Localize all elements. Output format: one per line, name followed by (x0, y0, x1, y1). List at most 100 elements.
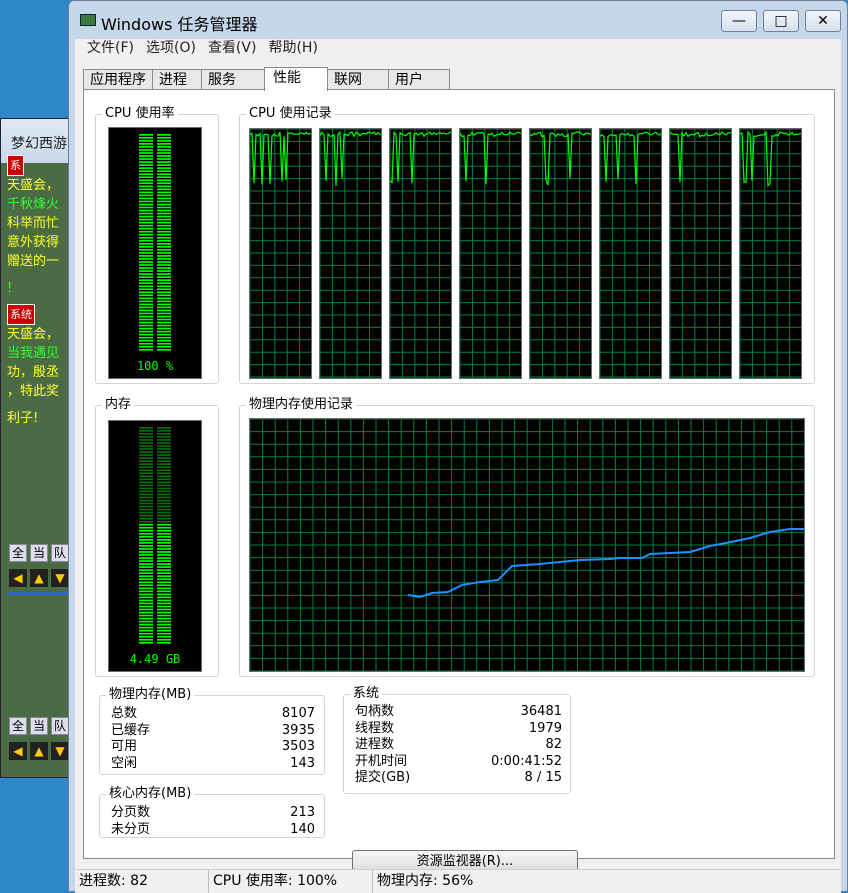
meter-segment (139, 638, 153, 641)
meter-segment (157, 623, 171, 626)
arrow-down-icon[interactable]: ▼ (51, 742, 69, 760)
physical-memory-table: 总数 8107 已缓存 3935 可用 3503 空闲 143 (111, 706, 315, 772)
meter-segment (139, 209, 153, 212)
meter-segment (139, 529, 153, 532)
meter-segment (139, 514, 153, 517)
table-row: 未分页 140 (111, 822, 315, 839)
meter-segment (139, 303, 153, 306)
cpu-usage-value: 100 % (136, 359, 174, 373)
background-channel-buttons: 全 当 队 (9, 717, 69, 735)
tab-users[interactable]: 用户 (388, 69, 450, 90)
chat-tag: 系 (7, 155, 24, 176)
meter-segment (139, 641, 153, 644)
meter-segment (139, 445, 153, 447)
meter-segment (139, 508, 153, 511)
stat-name: 进程数 (355, 737, 395, 752)
meter-segment (139, 306, 153, 309)
minimize-button[interactable]: — (721, 10, 757, 32)
table-row: 开机时间 0:00:41:52 (355, 754, 562, 771)
meter-segment (139, 629, 153, 632)
meter-segment (139, 484, 153, 487)
menu-bar: 文件(F) 选项(O) 查看(V) 帮助(H) (75, 39, 841, 59)
meter-segment (139, 327, 153, 330)
meter-segment (139, 448, 153, 450)
meter-segment (157, 584, 171, 587)
meter-segment (139, 520, 153, 523)
meter-segment (139, 255, 153, 257)
meter-segment (157, 339, 171, 342)
meter-segment (139, 167, 153, 169)
meter-segment (157, 233, 171, 236)
meter-segment (139, 502, 153, 505)
tab-performance[interactable]: 性能 (264, 67, 328, 91)
meter-segment (157, 176, 171, 179)
meter-segment (157, 566, 171, 568)
stat-value: 213 (290, 805, 315, 820)
meter-segment (157, 224, 171, 227)
stat-value: 1979 (528, 720, 562, 736)
arrow-left-icon[interactable]: ◀ (9, 569, 27, 587)
meter-segment (139, 203, 153, 206)
stat-name: 未分页 (111, 821, 151, 837)
meter-segment (157, 188, 171, 191)
tab-processes[interactable]: 进程 (152, 69, 202, 90)
memory-meter: 4.49 GB (108, 420, 202, 672)
cpu-history-group: CPU 使用记录 (239, 106, 815, 384)
memory-history-plot (250, 419, 804, 671)
meter-segment (157, 499, 171, 502)
arrow-left-icon[interactable]: ◀ (9, 742, 27, 760)
meter-segment (157, 342, 171, 345)
stat-value: 8 / 15 (524, 770, 562, 785)
meter-segment (139, 348, 153, 351)
meter-segment (139, 309, 153, 312)
meter-segment (139, 146, 153, 148)
meter-segment (139, 200, 153, 203)
arrow-down-icon[interactable]: ▼ (51, 569, 69, 587)
meter-segment (139, 137, 153, 139)
meter-segment (139, 575, 153, 578)
meter-segment (139, 430, 153, 432)
meter-segment (157, 267, 171, 269)
close-button[interactable]: ✕ (805, 10, 841, 32)
channel-button[interactable]: 队 (51, 544, 69, 562)
chat-line: 千秋烽火 (7, 197, 60, 212)
cpu-history-label: CPU 使用记录 (246, 106, 335, 122)
tab-services[interactable]: 服务 (201, 69, 265, 90)
meter-segment (157, 439, 171, 441)
arrow-up-icon[interactable]: ▲ (30, 569, 48, 587)
memory-value: 4.49 GB (129, 652, 181, 666)
tab-networking[interactable]: 联网 (327, 69, 389, 90)
channel-button[interactable]: 全 (9, 544, 27, 562)
maximize-button[interactable]: □ (763, 10, 799, 32)
meter-segment (157, 532, 171, 535)
title-bar[interactable]: Windows 任务管理器 — □ ✕ (69, 1, 847, 39)
cpu-core-plot (460, 129, 521, 378)
meter-segment (157, 146, 171, 148)
meter-segment (157, 520, 171, 523)
channel-button[interactable]: 当 (30, 544, 48, 562)
meter-segment (157, 505, 171, 508)
meter-segment (157, 593, 171, 596)
status-processes: 进程数: 82 (75, 870, 209, 893)
menu-options[interactable]: 选项(O) (140, 39, 202, 59)
meter-segment (157, 206, 171, 209)
meter-segment (157, 330, 171, 333)
menu-help[interactable]: 帮助(H) (262, 39, 323, 59)
stat-value: 3935 (281, 722, 315, 738)
channel-button[interactable]: 当 (30, 717, 48, 735)
meter-segment (139, 194, 153, 197)
meter-segment (157, 227, 171, 230)
chat-line: 功，殷丞 (7, 365, 60, 380)
meter-segment (139, 276, 153, 278)
menu-file[interactable]: 文件(F) (81, 39, 140, 59)
meter-segment (139, 300, 153, 303)
tab-applications[interactable]: 应用程序 (83, 69, 153, 90)
meter-segment (157, 436, 171, 438)
cpu-usage-group: CPU 使用率 100 % (95, 106, 219, 384)
arrow-up-icon[interactable]: ▲ (30, 742, 48, 760)
meter-segment (139, 173, 153, 176)
meter-segment (139, 623, 153, 626)
menu-view[interactable]: 查看(V) (202, 39, 263, 59)
channel-button[interactable]: 全 (9, 717, 27, 735)
channel-button[interactable]: 队 (51, 717, 69, 735)
